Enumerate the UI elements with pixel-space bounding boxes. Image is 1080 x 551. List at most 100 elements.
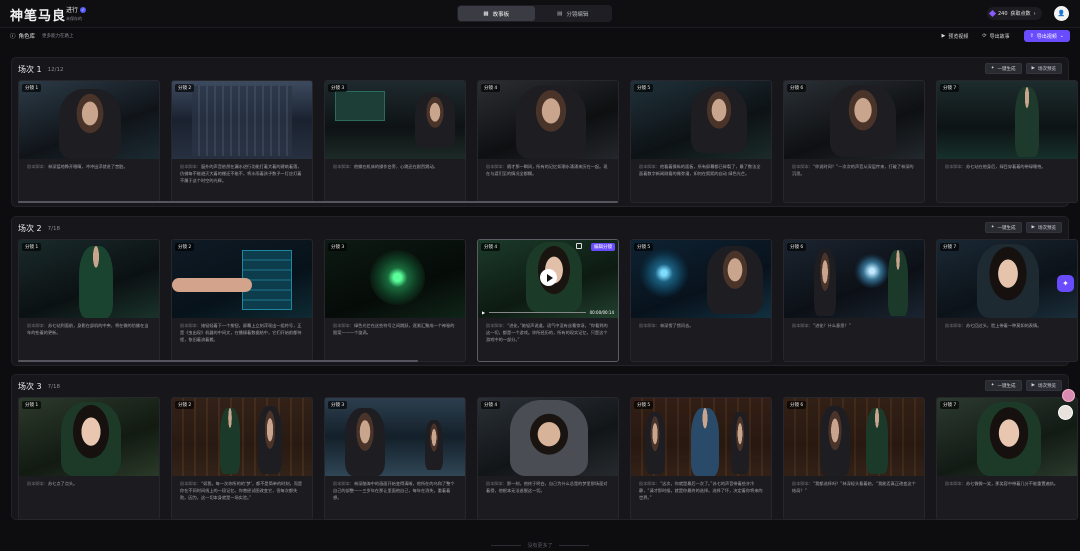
tab-split-view[interactable]: ▤ 分镜编辑 bbox=[535, 6, 612, 21]
shot-card[interactable]: 分镜 5 剧本脚本：“这次，你就是最后一次了。”苏七的声音带着些许冷静，“请才那时… bbox=[630, 397, 772, 520]
play-button[interactable] bbox=[540, 269, 557, 286]
generate-all-button[interactable]: ✦ 一键生成 bbox=[984, 63, 1022, 74]
shot-tag: 分镜 7 bbox=[940, 243, 960, 251]
shot-card[interactable]: 分镜 6 剧本脚本：“进化？什么意思？” bbox=[783, 239, 925, 362]
scene-count: 7/18 bbox=[47, 225, 60, 232]
chevron-right-icon: › bbox=[1033, 10, 1036, 17]
project-name: 进行 bbox=[66, 7, 79, 14]
play-icon[interactable]: ▶ bbox=[482, 310, 485, 315]
shot-description: “进化？什么意思？” bbox=[812, 323, 851, 328]
upload-icon: ⇪ bbox=[1029, 33, 1034, 39]
shot-description: 苏七微微一笑，那笑容中带着几分不能重置遍执。 bbox=[965, 481, 1059, 486]
generate-all-button[interactable]: ✦ 一键生成 bbox=[984, 222, 1022, 233]
shot-card[interactable]: 分镜 7 剧本脚本：苏七站在他身后，绿目穿着着的带绿睡袍。 bbox=[936, 80, 1078, 203]
scene-title: 场次 3 bbox=[18, 382, 42, 391]
end-of-list: 没有更多了 bbox=[0, 542, 1080, 549]
preview-video-button[interactable]: ▶ 预览视频 bbox=[941, 33, 968, 40]
shot-card[interactable]: 分镜 4 剧本脚本：随才那一瞬间，所有的记忆如潮水涌涌来历在一起。现在与渡们至的情… bbox=[477, 80, 619, 203]
shot-card[interactable]: 分镜 7 剧本脚本：苏七微微一笑，那笑容中带着几分不能重置遍执。 bbox=[936, 397, 1078, 520]
horizontal-scrollbar[interactable] bbox=[18, 360, 418, 362]
shot-tag: 分镜 3 bbox=[328, 401, 348, 409]
scene-preview-button[interactable]: ▶ 场次预览 bbox=[1025, 380, 1062, 391]
play-icon: ▶ bbox=[1031, 225, 1035, 230]
shot-tag: 分镜 6 bbox=[787, 84, 807, 92]
shot-card[interactable]: 分镜 2 剧本脚本：“如我，每一次你所的的‘梦’，都不是简单的时刻，而是你在不同时… bbox=[171, 397, 313, 520]
shot-tag: 分镜 6 bbox=[787, 243, 807, 251]
shot-description: 他躺在机床的操作台旁，心跳还在剧烈跳动。 bbox=[353, 164, 438, 169]
side-avatar-2[interactable] bbox=[1058, 405, 1073, 420]
tab-storyboard[interactable]: ▦ 故事板 bbox=[458, 6, 535, 21]
shot-description: 林深猛地睁开眼睛，冲冲出浮就进了宫脏。 bbox=[47, 164, 128, 169]
scene-1: 场次 1 12/12 ✦ 一键生成 ▶ 场次预览 分镜 1 剧本脚本：林深猛地睁开眼睛，… bbox=[11, 57, 1078, 207]
shot-card-selected[interactable]: 分镜 4 编辑分镜 ▶ 00:00/00:14 剧本脚本：“进化，”她轻声说道，语气中没… bbox=[477, 239, 619, 362]
scene-preview-button[interactable]: ▶ 场次预览 bbox=[1025, 222, 1062, 233]
shot-card[interactable]: 分镜 4 剧本脚本：那一刻，他终于明白，自己为什么总是的梦里那场面对着侵，他根本无… bbox=[477, 397, 619, 520]
app-logo[interactable]: 神笔马良 bbox=[10, 5, 66, 24]
role-library[interactable]: ⓘ 角色库 更多能力在路上 bbox=[10, 32, 74, 40]
info-icon: ⓘ bbox=[10, 34, 16, 40]
shot-list: 分镜 1 剧本脚本：苏七点了点头。 分镜 2 剧本脚本：“如我，每一次你所的的‘梦’… bbox=[18, 397, 1078, 520]
shot-tag: 分镜 7 bbox=[940, 401, 960, 409]
copy-icon[interactable] bbox=[576, 243, 582, 249]
shot-tag: 分镜 6 bbox=[787, 401, 807, 409]
generate-all-button[interactable]: ✦ 一键生成 bbox=[984, 380, 1022, 391]
shot-tag: 分镜 4 bbox=[481, 84, 501, 92]
top-bar: 神笔马良 进行 ✓ 未保存的 ▦ 故事板 ▤ 分镜编辑 240 获取点数 › 👤 bbox=[0, 0, 1080, 28]
chevron-down-icon: ⌄ bbox=[1059, 33, 1064, 39]
scene-count: 12/12 bbox=[47, 66, 64, 73]
shot-tag: 分镜 1 bbox=[22, 84, 42, 92]
credits-button[interactable]: 240 获取点数 › bbox=[987, 7, 1042, 20]
shot-tag: 分镜 2 bbox=[175, 401, 195, 409]
shot-card[interactable]: 分镜 2 剧本脚本：她轻轻着下一个按钮，屏幕上立刻浮现出一组符号，正是《虫出现》机… bbox=[171, 239, 313, 362]
scene-title: 场次 2 bbox=[18, 224, 42, 233]
shot-card[interactable]: 分镜 5 剧本脚本：他看着操纵的面板，所有屏幕都已碎裂了，最了数法全面着数字新闻刚… bbox=[630, 80, 772, 203]
shot-card[interactable]: 分镜 1 剧本脚本：苏七站到面前，身影在部机的中央，将在微的仿佛在当年的些着的更新… bbox=[18, 239, 160, 362]
scene-2: 场次 2 7/18 ✦ 一键生成 ▶ 场次预览 分镜 1 剧本脚本：苏七站到面前，身影在… bbox=[11, 216, 1078, 366]
credits-label: 获取点数 bbox=[1010, 11, 1031, 17]
shot-tag: 分镜 4 bbox=[481, 401, 501, 409]
shot-tag: 分镜 3 bbox=[328, 84, 348, 92]
play-icon: ▶ bbox=[1031, 383, 1035, 388]
play-icon: ▶ bbox=[941, 33, 946, 39]
shot-list: 分镜 1 剧本脚本：林深猛地睁开眼睛，冲冲出浮就进了宫脏。 分镜 2 剧本脚本：窗外… bbox=[18, 80, 1078, 203]
play-icon: ▶ bbox=[1031, 66, 1035, 71]
list-icon: ▤ bbox=[557, 10, 563, 17]
shot-description: 苏七站在他身后，绿目穿着着的带绿睡袍。 bbox=[965, 164, 1046, 169]
export-video-button[interactable]: ⇪ 导出视频 ⌄ bbox=[1023, 30, 1070, 42]
side-avatar-1[interactable] bbox=[1062, 389, 1075, 402]
sparkle-icon: ✦ bbox=[990, 66, 995, 71]
shot-card[interactable]: 分镜 6 剧本脚本：“你说时间？”一次次的声音从深层传来，打破了林深的沉思。 bbox=[783, 80, 925, 203]
shot-tag: 分镜 5 bbox=[634, 84, 654, 92]
horizontal-scrollbar[interactable] bbox=[18, 201, 618, 203]
shot-card[interactable]: 分镜 2 剧本脚本：窗外的声音依然在漏水进行功能打着大着的建筑着落，仿佛每不能避灭… bbox=[171, 80, 313, 203]
project-info[interactable]: 进行 ✓ 未保存的 bbox=[66, 5, 87, 22]
shot-card[interactable]: 分镜 3 剧本脚本：林深脑海中的画面开始变得清晰，他所在的乌和了整个自己的部整——… bbox=[324, 397, 466, 520]
shot-card[interactable]: 分镜 3 剧本脚本：他躺在机床的操作台旁，心跳还在剧烈跳动。 bbox=[324, 80, 466, 203]
shot-tag: 分镜 4 bbox=[481, 243, 501, 251]
shot-card[interactable]: 分镜 7 剧本脚本：苏七回过头，脸上带着一种莫如的表情。 bbox=[936, 239, 1078, 362]
shot-tag: 分镜 1 bbox=[22, 401, 42, 409]
export-story-button[interactable]: ⟳ 导出故事 bbox=[982, 33, 1009, 40]
sparkle-icon: ✦ bbox=[990, 225, 995, 230]
shot-card[interactable]: 分镜 3 剧本脚本：绿色光芒在这些符号之间跳跃，逐渐汇聚成一个神秘的图案——一个漩… bbox=[324, 239, 466, 362]
shot-card[interactable]: 分镜 6 剧本脚本：“我都选择吗？”林深轻头看着她，“我能否真正改变这个结局？” bbox=[783, 397, 925, 520]
scene-preview-button[interactable]: ▶ 场次预览 bbox=[1025, 63, 1062, 74]
edit-shot-badge[interactable]: 编辑分镜 bbox=[591, 243, 615, 251]
credits-value: 240 bbox=[998, 10, 1008, 17]
verified-icon: ✓ bbox=[80, 6, 87, 13]
shot-list: 分镜 1 剧本脚本：苏七站到面前，身影在部机的中央，将在微的仿佛在当年的些着的更新… bbox=[18, 239, 1078, 362]
shot-description: 苏七点了点头。 bbox=[47, 481, 78, 486]
shot-tag: 分镜 2 bbox=[175, 84, 195, 92]
scene-title: 场次 1 bbox=[18, 65, 42, 74]
shot-tag: 分镜 7 bbox=[940, 84, 960, 92]
refresh-icon: ⟳ bbox=[982, 33, 987, 39]
video-controls: ▶ 00:00/00:14 bbox=[482, 310, 614, 315]
scene-count: 7/18 bbox=[47, 383, 60, 390]
shot-card[interactable]: 分镜 1 剧本脚本：林深猛地睁开眼睛，冲冲出浮就进了宫脏。 bbox=[18, 80, 160, 203]
shot-card[interactable]: 分镜 1 剧本脚本：苏七点了点头。 bbox=[18, 397, 160, 520]
video-progress[interactable] bbox=[489, 311, 586, 314]
avatar[interactable]: 👤 bbox=[1054, 6, 1069, 21]
sparkle-icon: ✦ bbox=[990, 383, 995, 388]
ai-assistant-button[interactable]: ✦ bbox=[1057, 275, 1074, 292]
shot-card[interactable]: 分镜 5 剧本脚本：林深愣了愣问去。 bbox=[630, 239, 772, 362]
